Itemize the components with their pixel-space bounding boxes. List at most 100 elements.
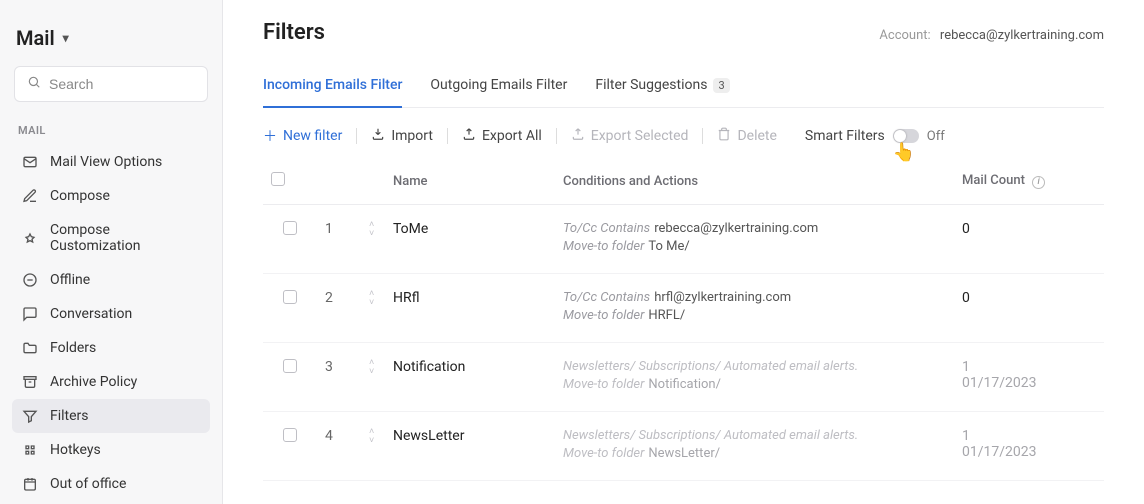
smart-filters-state: Off [927, 129, 945, 144]
row-count-cell: 0 [954, 205, 1104, 274]
sidebar-item-label: Out of office [50, 476, 126, 492]
row-name: HRfl [385, 274, 555, 343]
new-filter-label: New filter [283, 128, 342, 144]
archive-icon [22, 374, 38, 390]
import-button[interactable]: Import [371, 127, 433, 145]
row-conditions: To/Cc Containsrebecca@zylkertraining.com… [555, 205, 954, 274]
table-row[interactable]: 4 ˄˅ NewsLetterNewsletters/ Subscriptions/… [263, 412, 1104, 481]
sidebar-item-label: Compose Customization [50, 222, 200, 254]
account-display: Account: rebecca@zylkertraining.com [879, 28, 1104, 43]
hotkeys-icon [22, 442, 38, 458]
filters-table: Name Conditions and Actions Mail Count i… [263, 162, 1104, 481]
app-title: Mail [16, 26, 55, 50]
reorder-handle[interactable]: ˄˅ [369, 359, 377, 376]
sidebar-item-label: Hotkeys [50, 442, 101, 458]
row-checkbox[interactable] [283, 359, 297, 373]
new-filter-button[interactable]: ＋ New filter [263, 126, 342, 146]
header-checkbox-cell [263, 162, 317, 205]
sidebar-item-label: Mail View Options [50, 154, 162, 170]
import-label: Import [391, 128, 433, 144]
divider [702, 128, 703, 144]
delete-button[interactable]: Delete [717, 127, 776, 145]
chevron-down-icon: ˅ [369, 299, 377, 307]
divider [447, 128, 448, 144]
row-conditions: Newsletters/ Subscriptions/ Automated em… [555, 412, 954, 481]
sidebar-item-compose[interactable]: Compose [12, 179, 210, 213]
search-box[interactable] [14, 66, 208, 102]
sidebar-item-label: Archive Policy [50, 374, 137, 390]
search-icon [27, 75, 41, 93]
export-icon [571, 127, 585, 145]
smart-filters-label: Smart Filters [805, 128, 885, 144]
header-name: Name [385, 162, 555, 205]
header-count: Mail Count i [954, 162, 1104, 205]
info-icon[interactable]: i [1032, 176, 1045, 189]
sidebar-nav: Mail View Options Compose Compose Customiz… [12, 145, 210, 501]
delete-label: Delete [737, 128, 776, 144]
export-selected-button[interactable]: Export Selected [571, 127, 689, 145]
tab-outgoing-emails-filter[interactable]: Outgoing Emails Filter [430, 69, 567, 107]
row-conditions: Newsletters/ Subscriptions/ Automated em… [555, 343, 954, 412]
row-checkbox[interactable] [283, 428, 297, 442]
mail-options-icon [22, 154, 38, 170]
export-icon [462, 127, 476, 145]
filter-icon [22, 408, 38, 424]
sidebar-item-offline[interactable]: Offline [12, 263, 210, 297]
search-input[interactable] [49, 76, 195, 92]
row-count-cell: 101/17/2023 [954, 343, 1104, 412]
tab-badge: 3 [713, 78, 729, 93]
row-count-cell: 101/17/2023 [954, 412, 1104, 481]
plus-icon: ＋ [263, 126, 277, 146]
smart-filters-toggle[interactable] [893, 129, 919, 143]
row-count-cell: 0 [954, 274, 1104, 343]
row-order: 1 [317, 205, 361, 274]
row-checkbox[interactable] [283, 290, 297, 304]
sidebar-item-conversation[interactable]: Conversation [12, 297, 210, 331]
sidebar-item-label: Filters [50, 408, 89, 424]
reorder-handle[interactable]: ˄˅ [369, 290, 377, 307]
sidebar-item-label: Conversation [50, 306, 132, 322]
tab-label: Outgoing Emails Filter [430, 77, 567, 93]
table-row[interactable]: 1 ˄˅ ToMeTo/Cc Containsrebecca@zylkertrain… [263, 205, 1104, 274]
app-switcher[interactable]: Mail ▾ [12, 18, 210, 66]
tab-label: Filter Suggestions [595, 77, 707, 93]
chevron-up-icon: ˄ [369, 359, 377, 367]
row-name: NewsLetter [385, 412, 555, 481]
chevron-down-icon: ▾ [63, 31, 69, 45]
chevron-up-icon: ˄ [369, 290, 377, 298]
chevron-down-icon: ˅ [369, 368, 377, 376]
sidebar-item-customize[interactable]: Compose Customization [12, 213, 210, 263]
sidebar-item-label: Folders [50, 340, 96, 356]
table-row[interactable]: 2˄˅HRflTo/Cc Containshrfl@zylkertraining… [263, 274, 1104, 343]
tab-incoming-emails-filter[interactable]: Incoming Emails Filter [263, 69, 402, 107]
divider [556, 128, 557, 144]
chevron-up-icon: ˄ [369, 221, 377, 229]
row-name: ToMe [385, 205, 555, 274]
tab-filter-suggestions[interactable]: Filter Suggestions 3 [595, 69, 729, 107]
sidebar-item-folder[interactable]: Folders [12, 331, 210, 365]
reorder-handle[interactable]: ˄˅ [369, 221, 377, 238]
reorder-handle[interactable]: ˄˅ [369, 428, 377, 445]
header-conditions: Conditions and Actions [555, 162, 954, 205]
sidebar-item-mail-options[interactable]: Mail View Options [12, 145, 210, 179]
export-all-label: Export All [482, 128, 542, 144]
sidebar-item-filter[interactable]: Filters [12, 399, 210, 433]
tab-label: Incoming Emails Filter [263, 77, 402, 93]
sidebar-item-out-of-office[interactable]: Out of office [12, 467, 210, 501]
row-checkbox[interactable] [283, 221, 297, 235]
row-conditions: To/Cc Containshrfl@zylkertraining.comMov… [555, 274, 954, 343]
export-selected-label: Export Selected [591, 128, 689, 144]
select-all-checkbox[interactable] [271, 172, 285, 186]
conversation-icon [22, 306, 38, 322]
compose-icon [22, 188, 38, 204]
cursor-icon: 👆 [893, 142, 915, 163]
row-order: 3 [317, 343, 361, 412]
toolbar: ＋ New filter Import Export All Export Se… [263, 126, 1104, 146]
table-row[interactable]: 3˄˅NotificationNewsletters/ Subscription… [263, 343, 1104, 412]
sidebar-item-archive[interactable]: Archive Policy [12, 365, 210, 399]
row-order: 4 [317, 412, 361, 481]
sidebar-item-hotkeys[interactable]: Hotkeys [12, 433, 210, 467]
offline-icon [22, 272, 38, 288]
export-all-button[interactable]: Export All [462, 127, 542, 145]
customize-icon [22, 230, 38, 246]
